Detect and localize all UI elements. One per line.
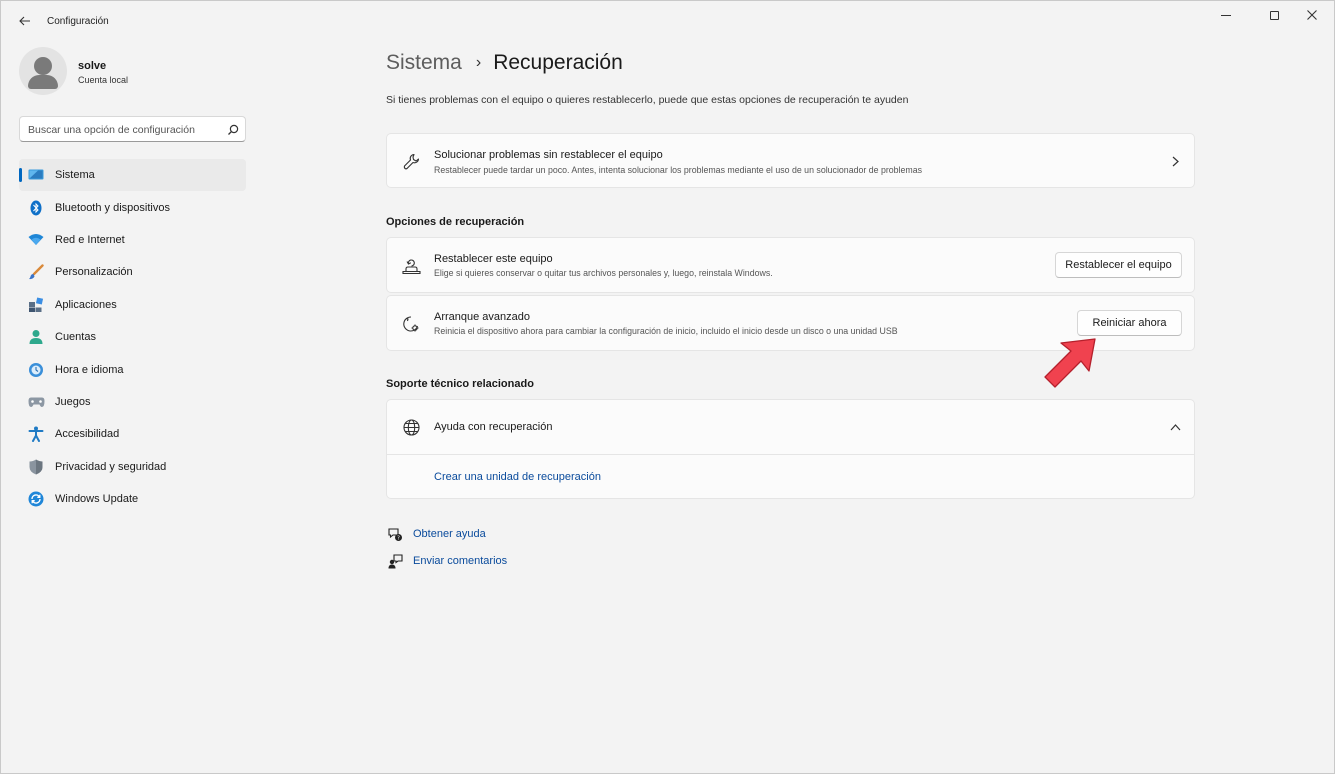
sidebar-item-label: Bluetooth y dispositivos	[55, 201, 170, 214]
create-recovery-drive-link[interactable]: Crear una unidad de recuperación	[434, 471, 601, 483]
sidebar-item-privacidad[interactable]: Privacidad y seguridad	[19, 451, 246, 483]
reset-pc-button[interactable]: Restablecer el equipo	[1055, 252, 1182, 278]
search-input[interactable]	[28, 122, 218, 137]
search-box[interactable]	[19, 116, 246, 142]
sidebar-item-cuentas[interactable]: Cuentas	[19, 321, 246, 353]
card-title: Solucionar problemas sin restablecer el …	[434, 149, 663, 161]
get-help-icon: ?	[386, 525, 404, 543]
breadcrumb: Sistema › Recuperación	[386, 48, 623, 78]
sidebar-item-aplicaciones[interactable]: Aplicaciones	[19, 289, 246, 321]
sidebar-item-label: Accesibilidad	[55, 428, 120, 441]
maximize-icon	[1269, 10, 1279, 20]
sidebar-item-windows-update[interactable]: Windows Update	[19, 483, 246, 515]
chevron-up-icon[interactable]	[1169, 421, 1181, 433]
sidebar-item-bluetooth[interactable]: Bluetooth y dispositivos	[19, 191, 246, 223]
section-heading-recovery-options: Opciones de recuperación	[386, 216, 525, 228]
globe-icon	[401, 417, 421, 437]
user-avatar-icon[interactable]	[19, 47, 67, 95]
sidebar-item-label: Hora e idioma	[55, 363, 124, 376]
sidebar-item-label: Cuentas	[55, 331, 96, 344]
svg-text:?: ?	[397, 535, 400, 541]
breadcrumb-separator: ›	[475, 54, 482, 71]
apps-icon	[27, 296, 45, 314]
accessibility-icon	[27, 425, 45, 443]
wifi-icon	[27, 231, 45, 249]
minimize-button[interactable]	[1203, 5, 1249, 25]
search-icon[interactable]	[226, 123, 240, 137]
sidebar-item-red[interactable]: Red e Internet	[19, 224, 246, 256]
breadcrumb-parent[interactable]: Sistema	[386, 51, 462, 75]
recovery-help-header[interactable]: Ayuda con recuperación	[387, 400, 1194, 454]
title-bar: Configuración	[1, 1, 1334, 41]
time-language-icon	[27, 361, 45, 379]
get-help-link[interactable]: Obtener ayuda	[413, 528, 486, 540]
card-description: Elige si quieres conservar o quitar tus …	[434, 268, 773, 278]
bluetooth-icon	[27, 199, 45, 217]
section-heading-related-support: Soporte técnico relacionado	[386, 378, 534, 390]
send-feedback-row[interactable]: Enviar comentarios	[386, 551, 507, 571]
minimize-icon	[1221, 14, 1231, 16]
recovery-help-card: Ayuda con recuperación Crear una unidad …	[386, 399, 1195, 499]
annotation-arrow-icon	[1044, 338, 1096, 388]
settings-window: Configuración solve Cuenta local Sistema…	[0, 0, 1335, 774]
page-description: Si tienes problemas con el equipo o quie…	[386, 94, 909, 106]
paintbrush-icon	[27, 263, 45, 281]
advanced-startup-icon	[401, 314, 421, 334]
sidebar-item-label: Aplicaciones	[55, 298, 117, 311]
card-description: Reinicia el dispositivo ahora para cambi…	[434, 326, 898, 336]
system-display-icon	[27, 166, 45, 184]
page-title: Recuperación	[493, 51, 623, 74]
sidebar-item-sistema[interactable]: Sistema	[19, 159, 246, 192]
sidebar-item-personalizacion[interactable]: Personalización	[19, 256, 246, 288]
sidebar-item-label: Privacidad y seguridad	[55, 460, 167, 473]
account-icon	[27, 328, 45, 346]
card-title: Arranque avanzado	[434, 311, 531, 323]
app-title: Configuración	[47, 16, 109, 27]
close-icon	[1307, 10, 1317, 20]
close-button[interactable]	[1289, 5, 1335, 25]
card-title: Restablecer este equipo	[434, 253, 553, 265]
wrench-icon	[401, 151, 421, 171]
windows-update-icon	[27, 490, 45, 508]
back-arrow-icon[interactable]	[13, 10, 37, 32]
troubleshoot-card[interactable]: Solucionar problemas sin restablecer el …	[386, 133, 1195, 188]
sidebar-item-label: Windows Update	[55, 493, 139, 506]
sidebar-nav: Sistema Bluetooth y dispositivos Red e I…	[19, 159, 246, 515]
card-description: Restablecer puede tardar un poco. Antes,…	[434, 165, 923, 175]
card-title: Ayuda con recuperación	[434, 421, 553, 433]
sidebar-item-label: Red e Internet	[55, 233, 125, 246]
get-help-row[interactable]: ? Obtener ayuda	[386, 524, 486, 544]
account-type: Cuenta local	[78, 75, 129, 85]
sidebar-item-label: Sistema	[55, 169, 95, 182]
sidebar-item-hora[interactable]: Hora e idioma	[19, 353, 246, 385]
sidebar-item-label: Personalización	[55, 266, 133, 279]
shield-icon	[27, 458, 45, 476]
sidebar-item-label: Juegos	[55, 395, 91, 408]
sidebar-item-juegos[interactable]: Juegos	[19, 386, 246, 418]
gamepad-icon	[27, 393, 45, 411]
feedback-icon	[386, 552, 404, 570]
sidebar-item-accesibilidad[interactable]: Accesibilidad	[19, 418, 246, 450]
send-feedback-link[interactable]: Enviar comentarios	[413, 555, 507, 567]
divider	[387, 454, 1194, 455]
user-name: solve	[78, 60, 107, 72]
reset-pc-card: Restablecer este equipo Elige si quieres…	[386, 237, 1195, 293]
chevron-right-icon	[1169, 155, 1181, 167]
reset-pc-icon	[401, 256, 421, 276]
